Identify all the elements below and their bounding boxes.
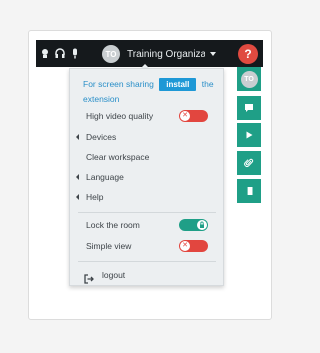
chevron-left-icon: [76, 134, 79, 140]
chevron-down-icon: [210, 52, 216, 56]
help-button[interactable]: ?: [238, 44, 258, 64]
menu-item-label: Clear workspace: [86, 152, 150, 162]
notice-text-before: For screen sharing: [83, 79, 154, 89]
participants-button[interactable]: TO: [237, 67, 261, 91]
divider: [78, 261, 216, 262]
simple-view-toggle[interactable]: ✕: [179, 240, 208, 252]
play-button[interactable]: [237, 123, 261, 147]
notebook-icon: [246, 187, 253, 195]
lock-icon: [197, 220, 207, 230]
logout-icon: [84, 271, 94, 284]
menu-item-language[interactable]: Language: [70, 167, 223, 187]
account-dropdown-menu: For screen sharing install the extension…: [69, 68, 224, 286]
install-extension-button[interactable]: install: [159, 78, 197, 92]
logout-button[interactable]: logout: [70, 265, 223, 285]
high-video-quality-toggle[interactable]: ✕: [179, 110, 208, 122]
menu-item-help[interactable]: Help: [70, 187, 223, 207]
play-icon: [246, 131, 253, 139]
screen-sharing-notice: For screen sharing install the extension: [83, 77, 219, 107]
toggle-off-icon: ✕: [180, 241, 190, 251]
simple-view-row: Simple view ✕: [70, 236, 223, 256]
simple-view-label: Simple view: [86, 241, 132, 251]
menu-item-label: Help: [86, 192, 104, 202]
chevron-left-icon: [76, 174, 79, 180]
high-video-quality-label: High video quality: [86, 111, 154, 121]
chat-button[interactable]: [237, 96, 261, 120]
attachment-button[interactable]: [237, 151, 261, 175]
lock-room-toggle[interactable]: [179, 219, 208, 231]
menu-item-label: Devices: [86, 132, 117, 142]
high-video-quality-row: High video quality ✕: [70, 106, 223, 126]
headset-icon[interactable]: [55, 48, 65, 59]
lock-room-label: Lock the room: [86, 220, 140, 230]
avatar: TO: [240, 70, 258, 88]
toggle-off-icon: ✕: [180, 111, 190, 121]
logout-label: logout: [102, 270, 126, 280]
menu-item-clear-workspace[interactable]: Clear workspace: [70, 147, 223, 167]
account-menu-button[interactable]: TO Training Organiza...: [102, 44, 220, 64]
account-name: Training Organiza...: [127, 48, 205, 60]
notebook-button[interactable]: [237, 179, 261, 203]
side-panel: TO: [237, 67, 261, 205]
lock-room-row: Lock the room: [70, 215, 223, 235]
divider: [78, 212, 216, 213]
chevron-left-icon: [76, 194, 79, 200]
chat-icon: [245, 104, 253, 112]
avatar: TO: [102, 45, 120, 63]
microphone-icon[interactable]: [70, 48, 80, 59]
attachment-icon: [244, 158, 254, 167]
menu-item-devices[interactable]: Devices: [70, 127, 223, 147]
menu-item-label: Language: [86, 172, 124, 182]
camera-icon[interactable]: [40, 48, 50, 59]
